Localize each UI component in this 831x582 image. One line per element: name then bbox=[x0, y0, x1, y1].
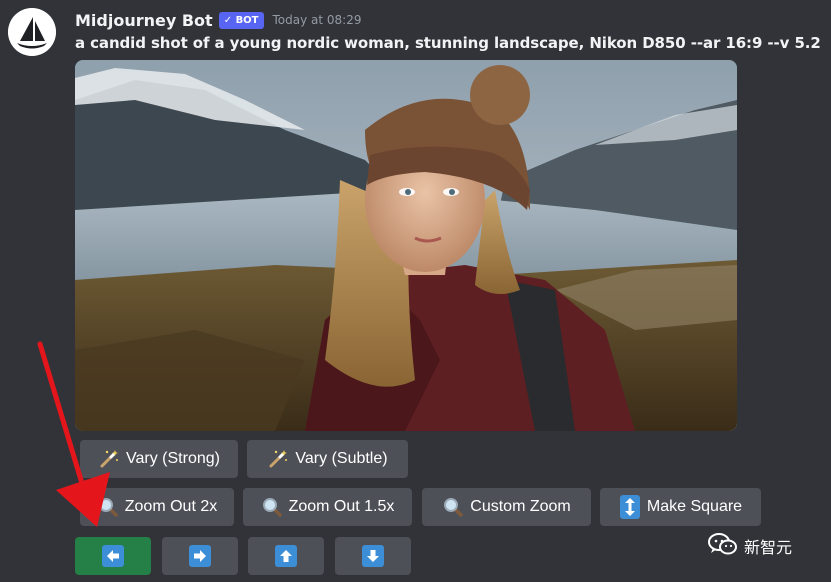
zoom-out-1-5x-button[interactable]: Zoom Out 1.5x bbox=[243, 488, 412, 526]
zoom-out-2x-label: Zoom Out 2x bbox=[124, 498, 218, 515]
custom-zoom-button[interactable]: Custom Zoom bbox=[422, 488, 591, 526]
watermark-text: 新智元 bbox=[744, 538, 793, 557]
sailboat-logo-icon bbox=[8, 8, 56, 56]
pan-left-button[interactable] bbox=[75, 537, 151, 575]
bot-avatar[interactable] bbox=[8, 8, 56, 56]
watermark: 新智元 bbox=[708, 532, 792, 560]
vary-subtle-label: Vary (Subtle) bbox=[295, 450, 388, 467]
left-arrow-icon bbox=[102, 545, 124, 567]
generated-image[interactable] bbox=[75, 60, 737, 431]
down-arrow-icon bbox=[362, 545, 384, 567]
vary-strong-button[interactable]: Vary (Strong) bbox=[80, 440, 238, 478]
wechat-icon bbox=[708, 532, 738, 560]
vary-strong-label: Vary (Strong) bbox=[126, 450, 220, 467]
message-header: Midjourney Bot ✓ BOT Today at 08:29 bbox=[75, 8, 362, 32]
pan-up-button[interactable] bbox=[248, 537, 324, 575]
magic-wand-icon bbox=[98, 448, 120, 470]
timestamp: Today at 08:29 bbox=[272, 13, 362, 27]
up-arrow-icon bbox=[275, 545, 297, 567]
make-square-button[interactable]: Make Square bbox=[600, 488, 761, 526]
zoom-out-1-5x-label: Zoom Out 1.5x bbox=[288, 498, 395, 515]
username[interactable]: Midjourney Bot bbox=[75, 11, 213, 30]
magnifier-icon bbox=[97, 496, 119, 518]
custom-zoom-label: Custom Zoom bbox=[470, 498, 571, 515]
pan-right-button[interactable] bbox=[162, 537, 238, 575]
right-arrow-icon bbox=[189, 545, 211, 567]
pan-down-button[interactable] bbox=[335, 537, 411, 575]
vary-subtle-button[interactable]: Vary (Subtle) bbox=[247, 440, 408, 478]
portrait-landscape-image bbox=[75, 60, 737, 431]
make-square-label: Make Square bbox=[646, 498, 743, 515]
magnifier-icon bbox=[442, 496, 464, 518]
prompt-text: a candid shot of a young nordic woman, s… bbox=[75, 34, 821, 52]
zoom-out-2x-button[interactable]: Zoom Out 2x bbox=[80, 488, 234, 526]
up-down-arrow-icon bbox=[619, 495, 641, 519]
magnifier-icon bbox=[261, 496, 283, 518]
bot-badge: ✓ BOT bbox=[218, 11, 264, 29]
magic-wand-icon bbox=[267, 448, 289, 470]
